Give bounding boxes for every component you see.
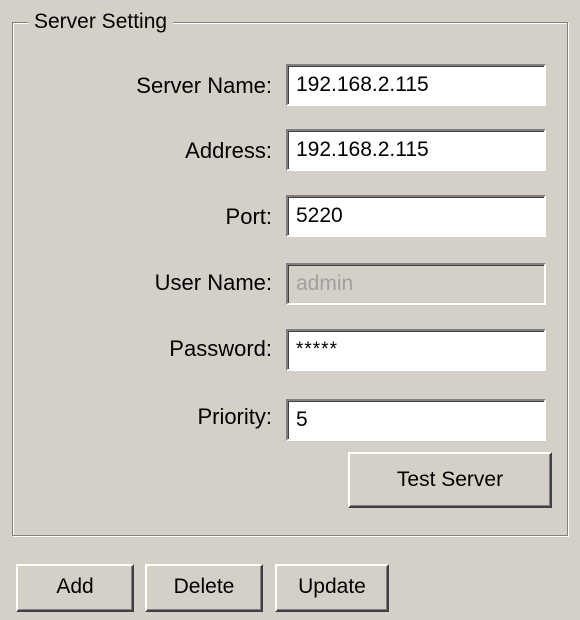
priority-label: Priority: <box>197 404 272 429</box>
test-server-button[interactable]: Test Server <box>348 452 552 508</box>
priority-field[interactable] <box>286 399 546 441</box>
update-button[interactable]: Update <box>275 564 389 612</box>
add-button[interactable]: Add <box>16 564 134 612</box>
address-field[interactable] <box>286 129 546 171</box>
groupbox-title: Server Setting <box>28 10 174 34</box>
address-label: Address: <box>185 138 272 163</box>
delete-button[interactable]: Delete <box>145 564 263 612</box>
user-name-field <box>286 263 546 305</box>
port-field[interactable] <box>286 195 546 237</box>
password-field[interactable] <box>286 329 546 371</box>
user-name-label: User Name: <box>154 270 272 295</box>
server-name-field[interactable] <box>286 64 546 106</box>
port-label: Port: <box>225 204 272 229</box>
server-name-label: Server Name: <box>136 73 272 98</box>
password-label: Password: <box>169 336 272 361</box>
